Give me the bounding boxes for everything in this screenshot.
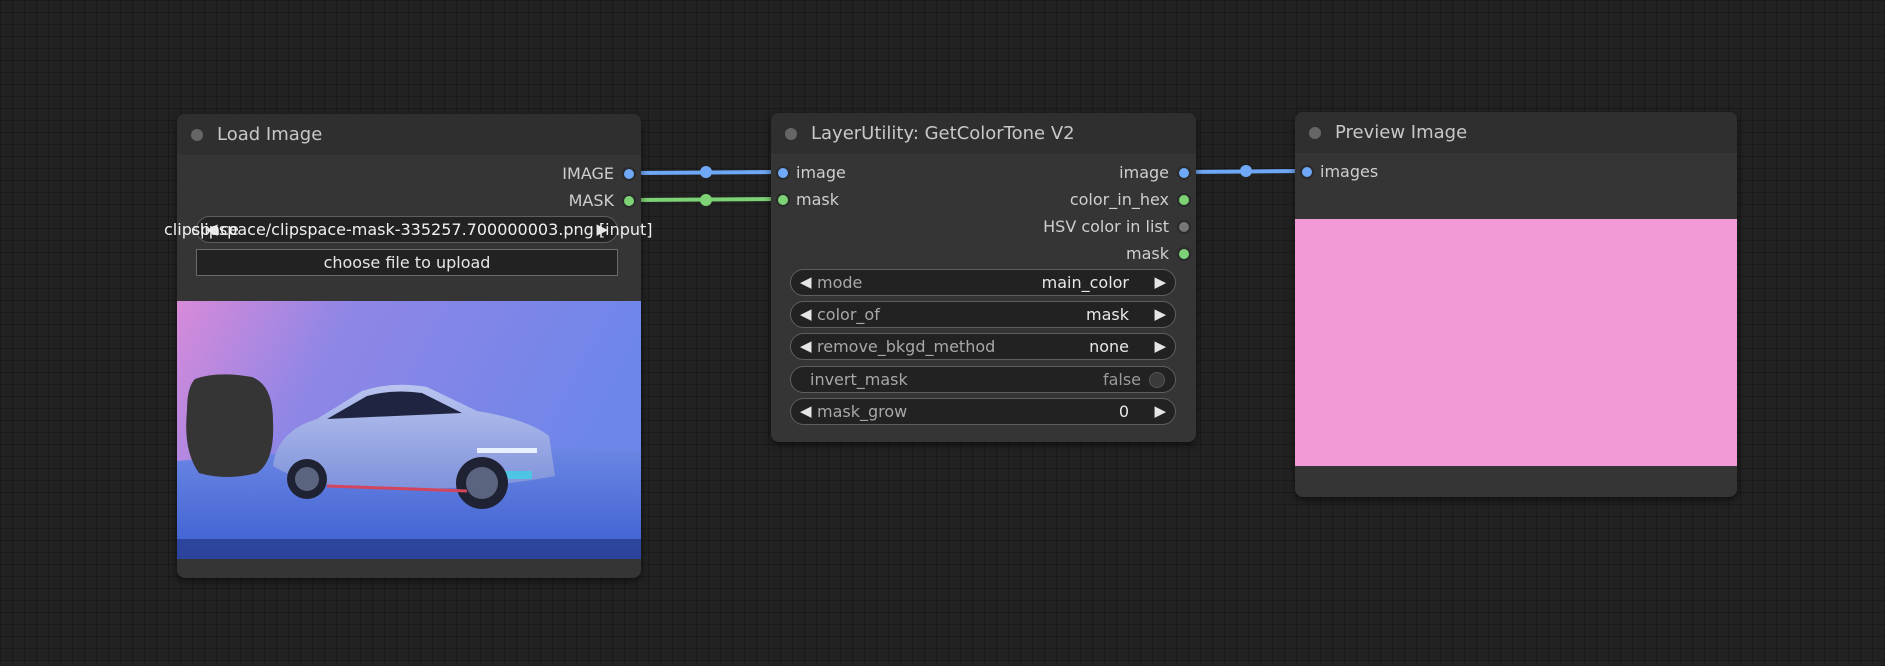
- widget-label: mode: [817, 273, 863, 292]
- widget-value: none: [1089, 337, 1129, 356]
- input-slot-image[interactable]: [778, 168, 788, 178]
- mask-blob: [186, 374, 274, 477]
- node-header[interactable]: Preview Image: [1295, 112, 1737, 153]
- widget-value: main_color: [1041, 273, 1129, 292]
- loaded-image-preview: [177, 301, 641, 559]
- output-label-mask: mask: [1126, 244, 1169, 263]
- widget-value: 0: [1118, 402, 1129, 421]
- arrow-left-icon[interactable]: ◀: [800, 402, 812, 420]
- widget-label: invert_mask: [810, 370, 908, 389]
- output-slot-image[interactable]: [1179, 168, 1189, 178]
- mask-link-midpoint[interactable]: [700, 194, 712, 206]
- arrow-right-icon[interactable]: ▶: [1154, 402, 1166, 420]
- node-title: Preview Image: [1335, 122, 1468, 143]
- preview-color-swatch: [1295, 219, 1737, 466]
- image-filename-overlap: clipspace: [164, 220, 239, 239]
- node-header[interactable]: LayerUtility: GetColorTone V2: [771, 113, 1196, 154]
- output-label-hsv: HSV color in list: [1043, 217, 1169, 236]
- preview-image-node[interactable]: Preview Image images: [1295, 112, 1737, 497]
- image-link-midpoint[interactable]: [700, 166, 712, 178]
- output-label-image: image: [1119, 163, 1169, 182]
- output-slot-color-in-hex[interactable]: [1179, 195, 1189, 205]
- collapse-dot-icon[interactable]: [785, 128, 797, 140]
- input-slot-images[interactable]: [1302, 167, 1312, 177]
- arrow-right-icon[interactable]: ▶: [596, 220, 608, 238]
- arrow-right-icon[interactable]: ▶: [1154, 305, 1166, 323]
- color-of-combo[interactable]: ◀ color_of mask ▶: [790, 301, 1176, 328]
- node-title: Load Image: [217, 124, 323, 145]
- load-image-node[interactable]: Load Image IMAGE MASK ◀ clipspace/clipsp…: [164, 114, 653, 578]
- output-slot-image[interactable]: [624, 169, 634, 179]
- toggle-knob-icon[interactable]: [1149, 372, 1165, 388]
- arrow-right-icon[interactable]: ▶: [1154, 337, 1166, 355]
- upload-button[interactable]: choose file to upload: [196, 249, 618, 276]
- input-label-mask: mask: [796, 190, 839, 209]
- output-label-mask: MASK: [568, 191, 614, 210]
- widget-value: false: [1102, 370, 1141, 389]
- arrow-left-icon[interactable]: ◀: [800, 305, 812, 323]
- widget-value: mask: [1086, 305, 1129, 324]
- image-filename: clipspace/clipspace-mask-335257.70000000…: [191, 220, 653, 239]
- preview-link-midpoint[interactable]: [1240, 165, 1252, 177]
- input-label-image: image: [796, 163, 846, 182]
- widget-label: mask_grow: [817, 402, 908, 421]
- mode-combo[interactable]: ◀ mode main_color ▶: [790, 269, 1176, 296]
- output-slot-mask[interactable]: [1179, 249, 1189, 259]
- node-title: LayerUtility: GetColorTone V2: [811, 123, 1075, 144]
- arrow-left-icon[interactable]: ◀: [800, 337, 812, 355]
- output-slot-mask[interactable]: [624, 196, 634, 206]
- widget-label: color_of: [817, 305, 880, 324]
- car-photo-image: [177, 301, 641, 559]
- widget-label: remove_bkgd_method: [817, 337, 996, 356]
- remove-bkgd-method-combo[interactable]: ◀ remove_bkgd_method none ▶: [790, 333, 1176, 360]
- node-header[interactable]: Load Image: [177, 114, 641, 155]
- get-color-tone-node[interactable]: LayerUtility: GetColorTone V2 image mask…: [771, 113, 1196, 442]
- mask-grow-number[interactable]: ◀ mask_grow 0 ▶: [790, 398, 1176, 425]
- output-slot-hsv[interactable]: [1179, 222, 1189, 232]
- arrow-left-icon[interactable]: ◀: [800, 273, 812, 291]
- collapse-dot-icon[interactable]: [191, 129, 203, 141]
- input-label-images: images: [1320, 162, 1379, 181]
- output-label-image: IMAGE: [562, 164, 614, 183]
- arrow-right-icon[interactable]: ▶: [1154, 273, 1166, 291]
- collapse-dot-icon[interactable]: [1309, 127, 1321, 139]
- invert-mask-toggle[interactable]: invert_mask false: [790, 366, 1176, 393]
- output-label-color-in-hex: color_in_hex: [1069, 190, 1169, 209]
- input-slot-mask[interactable]: [778, 195, 788, 205]
- image-combo-widget[interactable]: ◀ clipspace/clipspace-mask-335257.700000…: [164, 216, 653, 243]
